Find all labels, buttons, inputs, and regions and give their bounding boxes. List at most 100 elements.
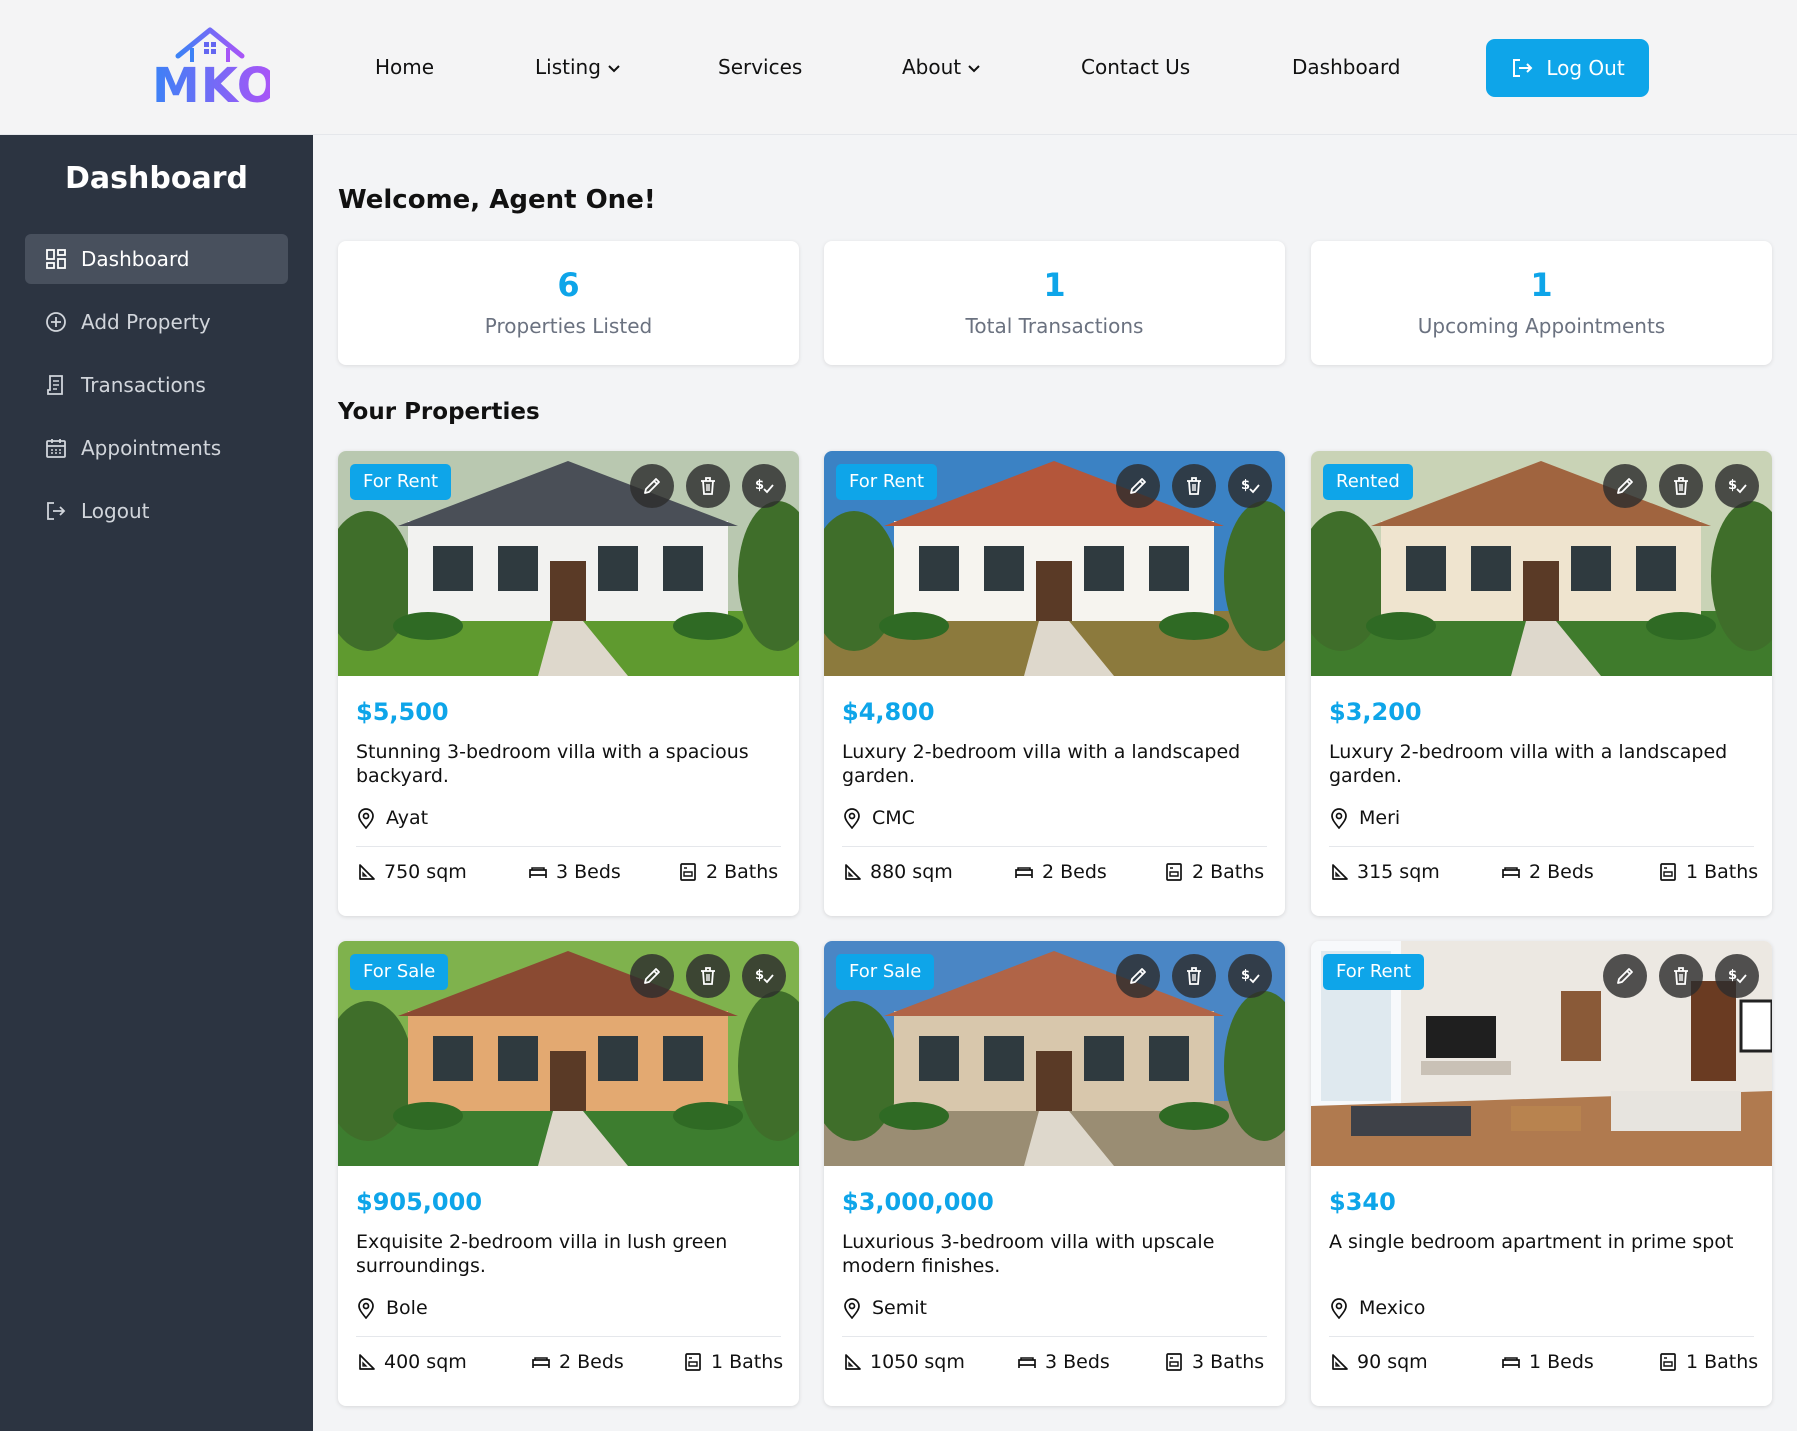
ruler-triangle-icon <box>1332 864 1348 880</box>
mark-sold-button[interactable]: $ <box>1228 464 1272 508</box>
card-divider <box>842 1336 1267 1337</box>
logout-button[interactable]: Log Out <box>1486 39 1649 97</box>
ruler-triangle-icon <box>845 1354 861 1370</box>
edit-button[interactable] <box>630 954 674 998</box>
sidebar-item-label: Add Property <box>81 310 211 334</box>
pencil-icon <box>1130 478 1146 494</box>
nav-home[interactable]: Home <box>375 54 434 80</box>
property-card[interactable]: For Rent $ $5,500 Stunning 3-bedroom vil… <box>338 451 799 916</box>
pencil-icon <box>644 478 660 494</box>
sidebar-item-logout[interactable]: Logout <box>25 486 288 536</box>
location-text: Meri <box>1359 807 1401 829</box>
chevron-down-icon <box>608 64 620 72</box>
top-navbar: MKO Home Listing Services About Contact … <box>0 0 1797 135</box>
sidebar-item-transactions[interactable]: Transactions <box>25 360 288 410</box>
property-description: Luxury 2-bedroom villa with a landscaped… <box>842 741 1241 787</box>
ruler-triangle-icon <box>845 864 861 880</box>
stat-value: 6 <box>557 266 580 304</box>
welcome-heading: Welcome, Agent One! <box>338 185 656 215</box>
property-card[interactable]: For Rent $ $340 A single bedroom apartme… <box>1311 941 1772 1406</box>
ruler-triangle-icon <box>359 1354 375 1370</box>
logout-icon <box>1513 59 1533 77</box>
property-baths: 1 Baths <box>683 1347 783 1377</box>
card-divider <box>1329 1336 1754 1337</box>
property-card[interactable]: For Rent $ $4,800 Luxury 2-bedroom villa… <box>824 451 1285 916</box>
logo-text: MKO <box>152 58 279 114</box>
card-divider <box>1329 846 1754 847</box>
property-location: Ayat <box>356 807 428 829</box>
section-title: Your Properties <box>338 399 540 425</box>
baths-text: 3 Baths <box>1192 1351 1265 1373</box>
property-location: Meri <box>1329 807 1400 829</box>
sidebar-item-label: Logout <box>81 499 150 523</box>
edit-button[interactable] <box>1603 954 1647 998</box>
mark-sold-button[interactable]: $ <box>1228 954 1272 998</box>
property-baths: 3 Baths <box>1164 1347 1264 1377</box>
mark-sold-button[interactable]: $ <box>1715 954 1759 998</box>
property-location: Mexico <box>1329 1297 1425 1319</box>
delete-button[interactable] <box>1659 954 1703 998</box>
nav-dashboard[interactable]: Dashboard <box>1292 54 1401 80</box>
property-description: A single bedroom apartment in prime spot <box>1329 1231 1734 1253</box>
sidebar-title: Dashboard <box>65 161 248 196</box>
property-beds: 2 Beds <box>1014 857 1107 887</box>
map-pin-icon <box>1331 808 1347 829</box>
dollar-check-icon: $ <box>1728 968 1747 984</box>
property-price: $340 <box>1329 1188 1396 1216</box>
property-baths: 2 Baths <box>678 857 778 887</box>
beds-text: 2 Beds <box>1529 861 1594 883</box>
edit-button[interactable] <box>1116 464 1160 508</box>
delete-button[interactable] <box>1659 464 1703 508</box>
baths-text: 1 Baths <box>1686 1351 1759 1373</box>
edit-button[interactable] <box>1116 954 1160 998</box>
nav-dashboard-label: Dashboard <box>1292 55 1401 79</box>
bed-icon <box>1018 1357 1036 1368</box>
property-card[interactable]: For Sale $ $3,000,000 Luxurious 3-bedroo… <box>824 941 1285 1406</box>
property-baths: 1 Baths <box>1658 1347 1758 1377</box>
card-divider <box>356 846 781 847</box>
delete-button[interactable] <box>1172 464 1216 508</box>
sidebar-item-appointments[interactable]: Appointments <box>25 423 288 473</box>
property-area: 90 sqm <box>1329 1347 1428 1377</box>
mark-sold-button[interactable]: $ <box>742 464 786 508</box>
edit-button[interactable] <box>1603 464 1647 508</box>
logout-icon <box>47 502 66 520</box>
property-beds: 1 Beds <box>1501 1347 1594 1377</box>
delete-button[interactable] <box>1172 954 1216 998</box>
property-location: Bole <box>356 1297 428 1319</box>
mark-sold-button[interactable]: $ <box>1715 464 1759 508</box>
status-badge: Rented <box>1323 464 1413 500</box>
sidebar-item-dashboard[interactable]: Dashboard <box>25 234 288 284</box>
sidebar: Dashboard Dashboard Add Property Transac… <box>0 135 313 1431</box>
brand-logo[interactable]: MKO <box>152 26 279 114</box>
nav-contact-us[interactable]: Contact Us <box>1081 54 1190 80</box>
bed-icon <box>529 867 547 878</box>
nav-listing[interactable]: Listing <box>535 54 621 80</box>
property-area: 750 sqm <box>356 857 467 887</box>
property-beds: 3 Beds <box>528 857 621 887</box>
bath-icon <box>680 863 696 881</box>
property-price: $905,000 <box>356 1188 483 1216</box>
property-card[interactable]: For Sale $ $905,000 Exquisite 2-bedroom … <box>338 941 799 1406</box>
sidebar-item-label: Transactions <box>81 373 206 397</box>
location-text: Bole <box>386 1297 428 1319</box>
nav-listing-label: Listing <box>535 55 601 79</box>
nav-services[interactable]: Services <box>718 54 802 80</box>
chevron-down-icon <box>968 64 980 72</box>
mark-sold-button[interactable]: $ <box>742 954 786 998</box>
map-pin-icon <box>1331 1298 1347 1319</box>
sidebar-item-add-property[interactable]: Add Property <box>25 297 288 347</box>
property-card[interactable]: Rented $ $3,200 Luxury 2-bedroom villa w… <box>1311 451 1772 916</box>
stat-label: Properties Listed <box>484 314 653 338</box>
ruler-triangle-icon <box>1332 1354 1348 1370</box>
stat-card-transactions: 1 Total Transactions <box>824 241 1285 365</box>
edit-button[interactable] <box>630 464 674 508</box>
property-price: $4,800 <box>842 698 935 726</box>
delete-button[interactable] <box>686 464 730 508</box>
status-badge: For Rent <box>1323 954 1425 990</box>
nav-about[interactable]: About <box>902 54 981 80</box>
nav-services-label: Services <box>718 55 803 79</box>
logout-button-label: Log Out <box>1546 56 1625 80</box>
beds-text: 1 Beds <box>1529 1351 1594 1373</box>
delete-button[interactable] <box>686 954 730 998</box>
